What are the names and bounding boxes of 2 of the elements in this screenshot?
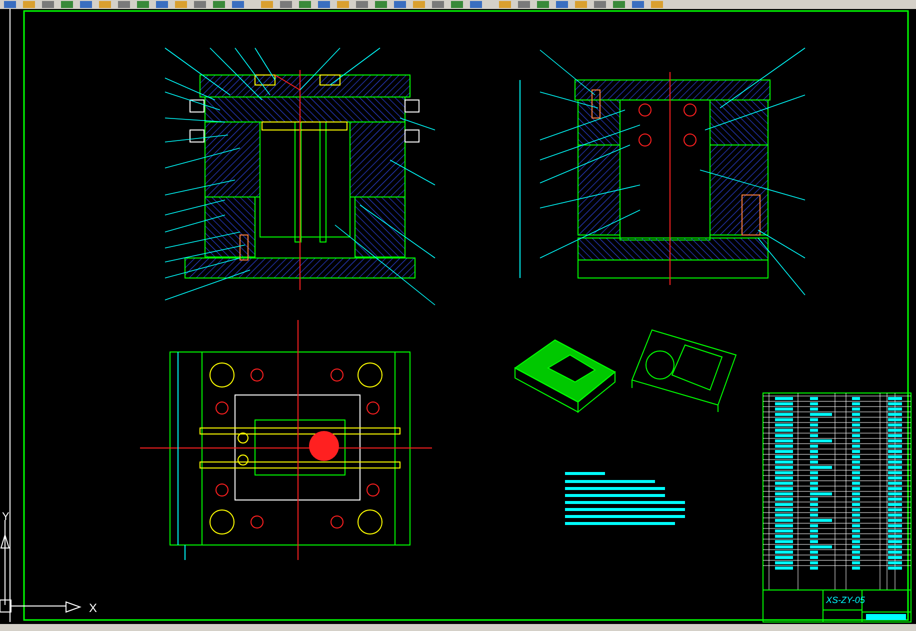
ucs-x-label: X <box>89 601 98 615</box>
ucs-y-label: Y <box>2 511 10 523</box>
